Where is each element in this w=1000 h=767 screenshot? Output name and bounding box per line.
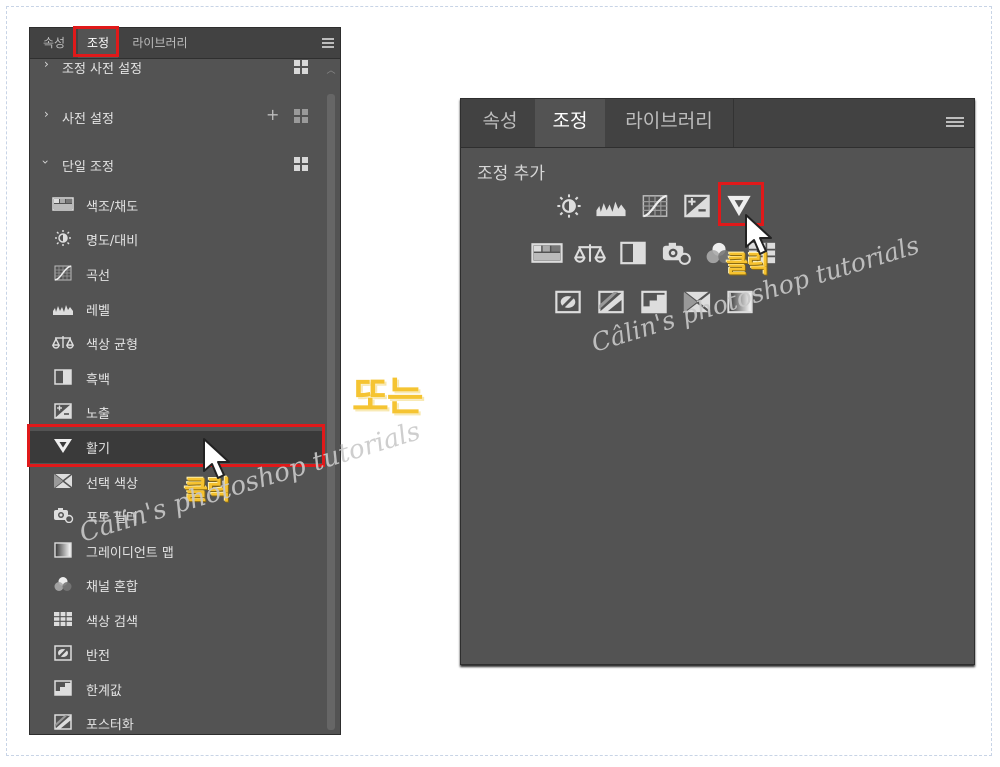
panel-menu-icon[interactable]	[322, 38, 334, 48]
curves-icon[interactable]	[639, 192, 671, 220]
channel-mixer-icon	[54, 577, 72, 591]
brightness-contrast-icon	[55, 230, 71, 246]
grid-icon[interactable]	[294, 109, 308, 123]
scrollbar[interactable]: ︿	[326, 66, 336, 734]
brightness-contrast-icon[interactable]	[553, 192, 585, 220]
item-levels[interactable]: 레벨	[30, 293, 324, 323]
item-color-balance[interactable]: 색상 균형	[30, 327, 324, 357]
group-label: 사전 설정	[62, 112, 114, 127]
chevron-right-icon: ›	[44, 107, 49, 121]
black-white-icon[interactable]	[617, 239, 649, 267]
item-invert[interactable]: 반전	[30, 638, 324, 668]
panel-tab-bar: 속성 조정 라이브러리	[461, 99, 974, 148]
posterize-icon[interactable]	[595, 288, 627, 316]
exposure-icon[interactable]	[681, 192, 713, 220]
item-label: 채널 혼합	[86, 580, 138, 595]
or-caption: 또는	[352, 374, 424, 420]
levels-icon	[53, 305, 73, 315]
item-label: 노출	[86, 407, 110, 422]
item-black-white[interactable]: 흑백	[30, 362, 324, 392]
item-label: 선택 색상	[86, 477, 138, 492]
group-adjustment-presets[interactable]: › 조정 사전 설정	[30, 54, 324, 78]
item-label: 반전	[86, 649, 110, 664]
levels-icon[interactable]	[595, 192, 627, 220]
grid-icon[interactable]	[294, 157, 308, 171]
color-balance-icon[interactable]	[574, 239, 606, 267]
item-label: 색상 검색	[86, 615, 138, 630]
invert-icon	[54, 645, 72, 661]
tab-libraries[interactable]: 라이브러리	[605, 99, 734, 147]
gradient-map-icon	[54, 542, 72, 558]
black-white-icon	[54, 369, 72, 385]
item-label: 곡선	[86, 269, 110, 284]
item-label: 명도/대비	[86, 234, 139, 249]
selective-color-icon	[53, 473, 73, 489]
tab-properties[interactable]: 속성	[465, 99, 535, 147]
item-label: 포스터화	[86, 718, 134, 733]
item-posterize[interactable]: 포스터화	[30, 707, 324, 734]
hue-saturation-icon[interactable]	[531, 239, 563, 267]
chevron-right-icon: ›	[44, 57, 49, 71]
item-label: 한계값	[86, 684, 122, 699]
adjustments-panel-expanded: 속성 조정 라이브러리 ︿ › 조정 사전 설정 › 사전 설정 + › 단일 …	[29, 27, 341, 735]
exposure-icon	[54, 403, 72, 419]
mouse-pointer-icon	[745, 214, 772, 255]
mouse-pointer-icon	[203, 438, 230, 479]
invert-icon[interactable]	[552, 288, 584, 316]
item-curves[interactable]: 곡선	[30, 258, 324, 288]
panel-menu-icon[interactable]	[946, 117, 964, 131]
color-balance-icon	[52, 336, 74, 349]
item-channel-mixer[interactable]: 채널 혼합	[30, 569, 324, 599]
highlight-adjustments-tab	[73, 26, 119, 57]
item-hue-saturation[interactable]: 색조/채도	[30, 189, 324, 219]
grid-icon[interactable]	[294, 60, 308, 74]
group-label: 조정 사전 설정	[62, 62, 143, 77]
photo-filter-icon[interactable]	[660, 239, 692, 267]
item-label: 흑백	[86, 373, 110, 388]
threshold-icon	[54, 680, 72, 696]
item-label: 그레이디언트 맵	[86, 546, 174, 561]
item-threshold[interactable]: 한계값	[30, 673, 324, 703]
hue-saturation-icon	[52, 197, 74, 211]
item-gradient-map[interactable]: 그레이디언트 맵	[30, 535, 324, 565]
item-color-lookup[interactable]: 색상 검색	[30, 604, 324, 634]
chevron-down-icon: ›	[38, 159, 53, 165]
item-label: 색조/채도	[86, 200, 139, 215]
curves-icon	[54, 265, 72, 281]
item-brightness-contrast[interactable]: 명도/대비	[30, 223, 324, 253]
item-label: 색상 균형	[86, 338, 138, 353]
scroll-thumb[interactable]	[327, 94, 335, 730]
tab-adjustments[interactable]: 조정	[535, 99, 605, 147]
photo-filter-icon	[54, 508, 74, 523]
color-lookup-icon	[54, 612, 72, 626]
scroll-up-icon[interactable]: ︿	[326, 66, 336, 76]
add-adjustment-label: 조정 추가	[477, 164, 545, 184]
posterize-icon	[54, 714, 72, 730]
group-presets[interactable]: › 사전 설정 +	[30, 104, 324, 128]
add-icon[interactable]: +	[266, 107, 279, 123]
item-label: 레벨	[86, 304, 110, 319]
group-single-adjustments[interactable]: › 단일 조정	[30, 152, 324, 176]
group-label: 단일 조정	[62, 160, 114, 175]
item-exposure[interactable]: 노출	[30, 396, 324, 426]
